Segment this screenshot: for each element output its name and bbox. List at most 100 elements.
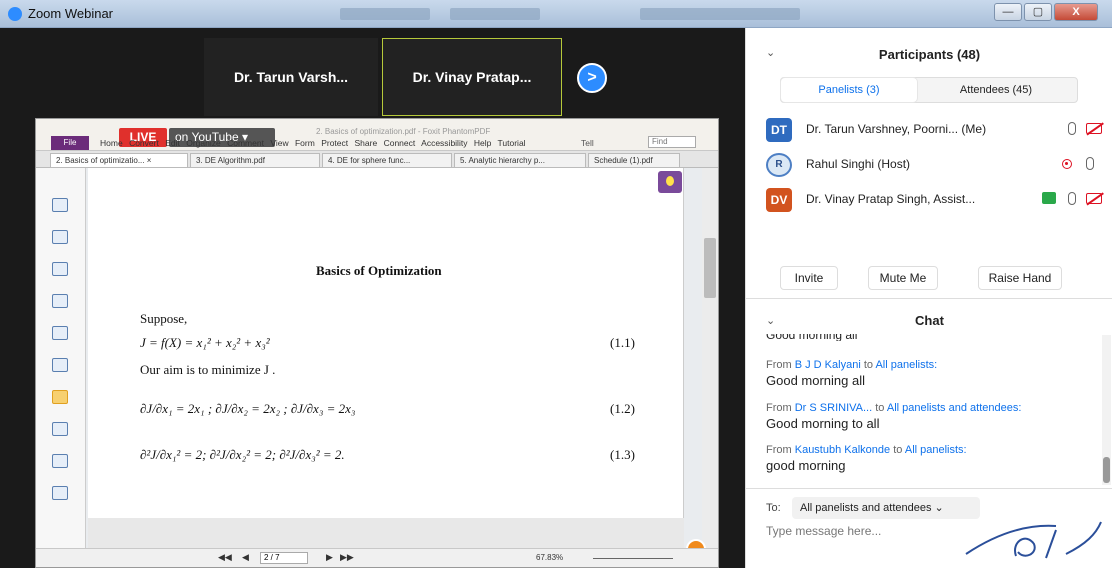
pdf-ribbon: File LIVE on YouTube ▾ 2. Basics of opti… <box>36 119 718 151</box>
next-speakers-button[interactable]: > <box>577 63 607 93</box>
pdf-scrollbar[interactable] <box>702 168 718 548</box>
pdf-file-menu[interactable]: File <box>51 136 89 150</box>
equation-2-number: (1.2) <box>610 401 635 416</box>
tab-attendees[interactable]: Attendees (45) <box>931 78 1061 102</box>
comments-icon[interactable] <box>52 294 68 308</box>
page-gap <box>88 518 684 548</box>
to-label: to <box>875 402 885 414</box>
pdf-menu-comment[interactable]: Comment <box>227 138 264 148</box>
pdf-menu-bar: Home Convert Edit Organize Comment View … <box>100 138 530 148</box>
participant-name: Rahul Singhi (Host) <box>806 157 911 171</box>
pdf-left-toolbar <box>36 168 86 548</box>
pdf-tab-de-algorithm[interactable]: 3. DE Algorithm.pdf <box>190 153 320 167</box>
microphone-icon[interactable] <box>1068 192 1076 205</box>
form-icon[interactable] <box>52 422 68 436</box>
signature-icon[interactable] <box>52 454 68 468</box>
pdf-menu-convert[interactable]: Convert <box>129 138 159 148</box>
bookmark-icon[interactable] <box>52 198 68 212</box>
participant-row[interactable]: DV Dr. Vinay Pratap Singh, Assist... <box>746 186 1112 214</box>
blurred-title-segment <box>340 8 430 20</box>
pdf-find-input[interactable]: Find <box>648 136 696 148</box>
pdf-menu-tutorial[interactable]: Tutorial <box>498 138 526 148</box>
microphone-icon[interactable] <box>1086 157 1094 170</box>
attachment-icon[interactable] <box>52 326 68 340</box>
pdf-tab-schedule[interactable]: Schedule (1).pdf <box>588 153 680 167</box>
zoom-level[interactable]: 67.83% <box>536 553 563 562</box>
chat-sender[interactable]: Kaustubh Kalkonde <box>795 444 890 456</box>
pdf-tab-de-sphere[interactable]: 4. DE for sphere func... <box>322 153 452 167</box>
first-page-icon[interactable]: ◀◀ <box>218 552 232 563</box>
equation-3-text: ∂²J/∂x₁² = 2; ∂²J/∂x₂² = 2; ∂²J/∂x₃² = 2… <box>140 447 345 462</box>
maximize-button[interactable]: ▢ <box>1024 3 1052 21</box>
previous-page-icon[interactable]: ◀ <box>242 552 249 563</box>
chat-input-divider <box>746 488 1112 489</box>
blurred-title-segment <box>640 8 800 20</box>
page-number-input[interactable]: 2 / 7 <box>260 552 308 564</box>
tab-panelists[interactable]: Panelists (3) <box>781 78 917 102</box>
document-properties-icon[interactable] <box>52 486 68 500</box>
pdf-menu-share[interactable]: Share <box>355 138 378 148</box>
video-on-icon[interactable] <box>1042 192 1056 204</box>
shared-pdf-window: File LIVE on YouTube ▾ 2. Basics of opti… <box>35 118 719 568</box>
pdf-menu-connect[interactable]: Connect <box>384 138 416 148</box>
pdf-menu-edit[interactable]: Edit <box>165 138 180 148</box>
layers-icon[interactable] <box>52 262 68 276</box>
stamp-icon[interactable] <box>52 358 68 372</box>
pdf-menu-help[interactable]: Help <box>474 138 491 148</box>
chat-message-header: From B J D Kalyani to All panelists: <box>766 359 937 371</box>
handwritten-scribble <box>965 521 1102 559</box>
pdf-page: Basics of Optimization Suppose, J = f(X)… <box>88 168 684 518</box>
pdf-menu-organize[interactable]: Organize <box>186 138 221 148</box>
chat-title: Chat <box>915 313 944 328</box>
microphone-icon[interactable] <box>1068 122 1076 135</box>
last-page-icon[interactable]: ▶▶ <box>340 552 354 563</box>
from-label: From <box>766 444 792 456</box>
raise-hand-button[interactable]: Raise Hand <box>978 266 1062 290</box>
chat-scrollbar[interactable] <box>1102 335 1111 485</box>
pages-icon[interactable] <box>52 230 68 244</box>
blurred-title-segment <box>450 8 540 20</box>
pdf-tab-ahp[interactable]: 5. Analytic hierarchy p... <box>454 153 586 167</box>
chat-scroll-thumb[interactable] <box>1103 457 1110 483</box>
equation-1-number: (1.1) <box>610 335 635 350</box>
chat-recipient: All panelists: <box>875 359 938 371</box>
invite-button[interactable]: Invite <box>780 266 838 290</box>
equation-2-text: ∂J/∂x₁ = 2x₁ ; ∂J/∂x₂ = 2x₂ ; ∂J/∂x₃ = 2… <box>140 401 356 416</box>
pdf-scroll-thumb[interactable] <box>704 238 716 298</box>
video-off-icon[interactable] <box>1086 123 1102 134</box>
participant-name: Dr. Vinay Pratap Singh, Assist... <box>806 192 976 206</box>
lightbulb-icon[interactable] <box>658 171 682 193</box>
next-page-icon[interactable]: ▶ <box>326 552 333 563</box>
video-tile-tarun[interactable]: Dr. Tarun Varsh... <box>204 38 378 116</box>
chat-message-input[interactable]: Type message here... <box>766 524 881 538</box>
minimize-button[interactable]: — <box>994 3 1022 21</box>
chat-sender[interactable]: Dr S SRINIVA... <box>795 402 872 414</box>
pdf-document-title: 2. Basics of optimization.pdf - Foxit Ph… <box>316 127 491 136</box>
lock-icon[interactable] <box>52 390 68 404</box>
zoom-webinar-window: Zoom Webinar — ▢ X Dr. Tarun Varsh... Dr… <box>0 0 1112 568</box>
video-off-icon[interactable] <box>1086 193 1102 204</box>
zoom-app-icon <box>8 7 22 21</box>
participant-row[interactable]: R Rahul Singhi (Host) <box>746 151 1112 179</box>
tell-me-search[interactable]: Tell <box>581 138 594 148</box>
chat-message-partial: Good morning all <box>766 334 858 341</box>
send-to-dropdown[interactable]: All panelists and attendees ⌄ <box>792 497 980 519</box>
pdf-menu-home[interactable]: Home <box>100 138 123 148</box>
chat-sender[interactable]: B J D Kalyani <box>795 359 861 371</box>
pdf-status-bar: ◀◀ ◀ 2 / 7 ▶ ▶▶ 67.83% <box>36 548 718 567</box>
pdf-menu-view[interactable]: View <box>270 138 288 148</box>
pdf-menu-protect[interactable]: Protect <box>321 138 348 148</box>
participants-title: Participants (48) <box>878 47 981 62</box>
zoom-slider[interactable] <box>593 558 673 559</box>
side-panel: ⌄ Participants (48) Panelists (3) Attend… <box>745 28 1112 568</box>
pdf-menu-form[interactable]: Form <box>295 138 315 148</box>
close-button[interactable]: X <box>1054 3 1098 21</box>
pdf-tab-basics[interactable]: 2. Basics of optimizatio... × <box>50 153 188 167</box>
from-label: From <box>766 402 792 414</box>
mute-me-button[interactable]: Mute Me <box>868 266 938 290</box>
recording-icon <box>1062 159 1072 169</box>
video-tile-vinay[interactable]: Dr. Vinay Pratap... <box>382 38 562 116</box>
panel-divider <box>746 298 1112 299</box>
pdf-menu-accessibility[interactable]: Accessibility <box>421 138 467 148</box>
participant-row[interactable]: DT Dr. Tarun Varshney, Poorni... (Me) <box>746 116 1112 144</box>
